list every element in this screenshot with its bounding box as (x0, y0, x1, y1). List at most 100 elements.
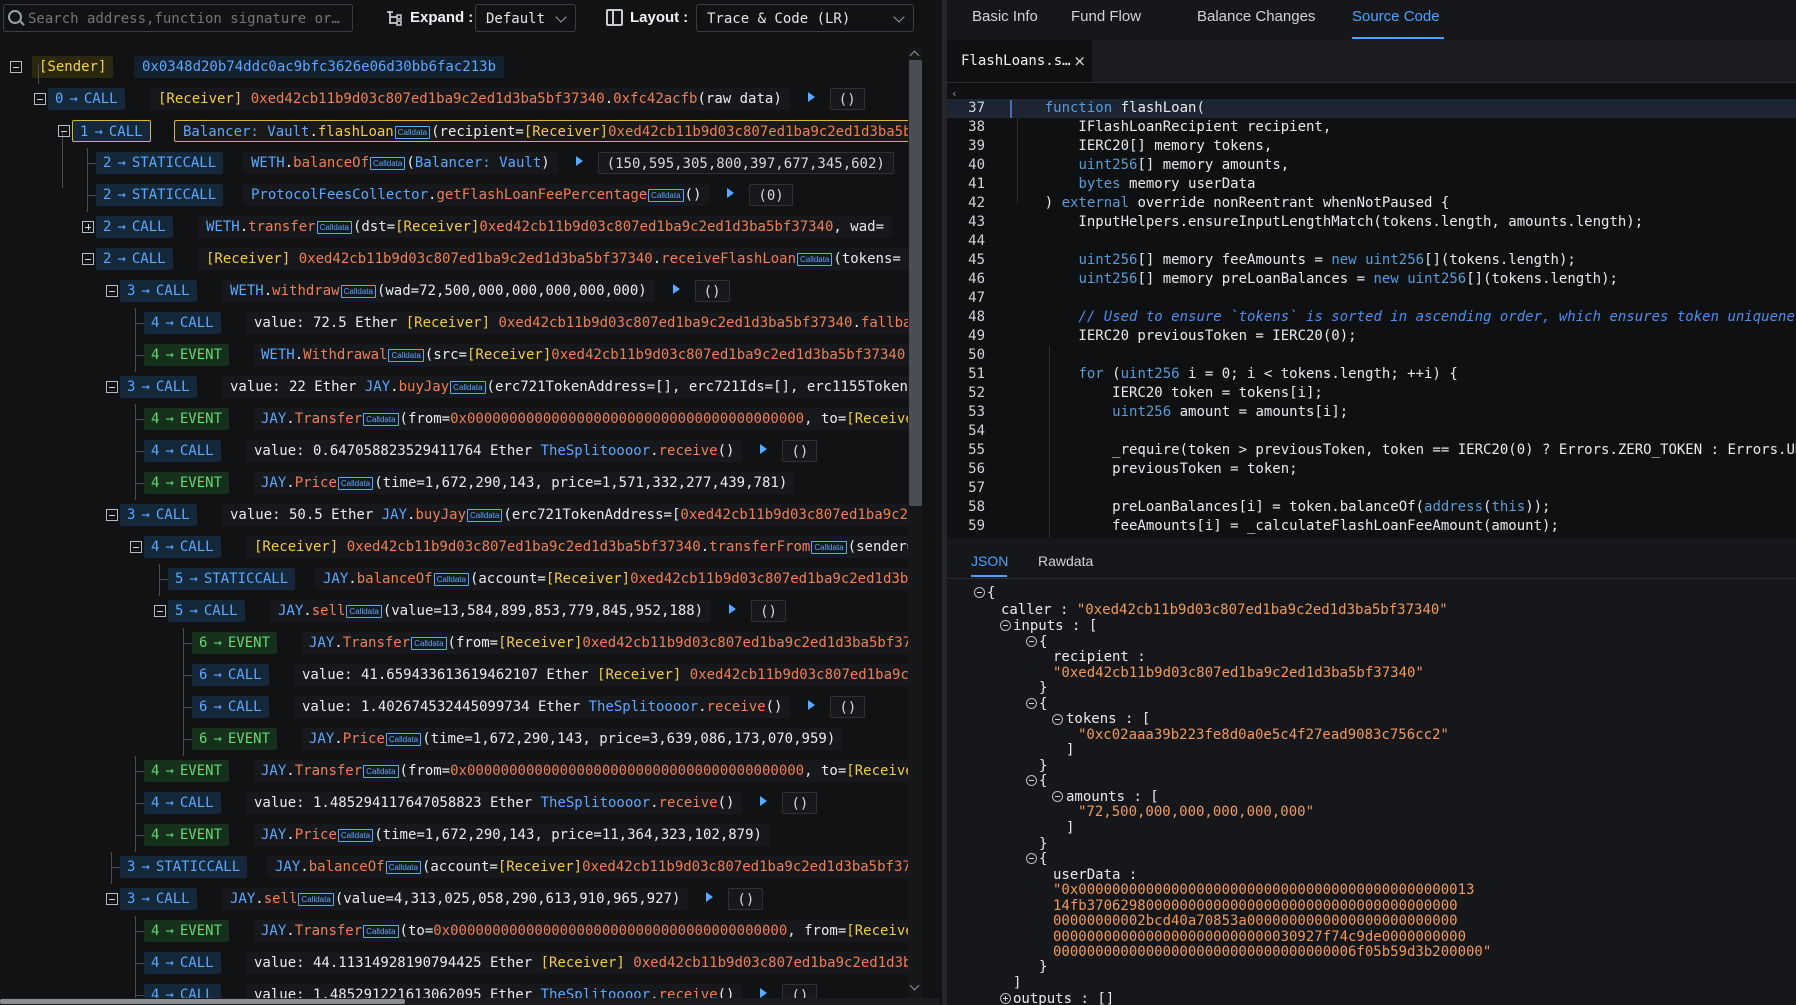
collapse-toggle[interactable] (82, 253, 94, 265)
collapse-toggle[interactable] (1026, 636, 1037, 647)
calldata-tag[interactable]: Calldata (811, 540, 847, 554)
call-signature[interactable]: JAY.sell Calldata (value=13,584,899,853,77… (270, 600, 712, 622)
calldata-tag[interactable]: Calldata (385, 732, 422, 746)
collapse-toggle[interactable] (106, 285, 118, 297)
scroll-down-icon[interactable] (909, 980, 920, 991)
calldata-tag[interactable]: Calldata (316, 220, 352, 234)
file-tab-flashloans[interactable]: FlashLoans.s… × (947, 40, 1092, 82)
return-value[interactable]: () (728, 888, 764, 910)
tab-basic-info[interactable]: Basic Info (972, 8, 1038, 25)
call-signature[interactable]: value: 22 Ether JAY.buyJay Calldata (erc72… (222, 376, 908, 398)
trace-row[interactable]: 3 → CALL value: 50.5 Ether JAY.buyJay Callda… (0, 500, 908, 532)
collapse-toggle[interactable] (10, 61, 22, 73)
call-signature[interactable]: JAY.sell Calldata (value=4,313,025,058,290… (222, 888, 689, 910)
call-signature[interactable]: JAY.Price Calldata (time=1,672,290,143, pr… (253, 824, 770, 846)
calldata-tag[interactable]: Calldata (433, 572, 469, 586)
trace-row[interactable]: 4 → EVENT JAY.Price Calldata (time=1,672,290,… (0, 820, 908, 852)
json-tokens-value[interactable]: "0xc02aaa39b223fe8d0a0e5c4f27ead9083c756… (1078, 727, 1449, 743)
code-line[interactable]: 59 feeAmounts[i] = _calculateFlashLoanFe… (947, 517, 1796, 536)
call-signature[interactable]: value: 72.5 Ether [Receiver] 0xed42cb11b… (246, 312, 908, 334)
code-line[interactable]: 50 (947, 346, 1796, 365)
call-signature[interactable]: [Receiver] 0xed42cb11b9d03c807ed1ba9c2ed… (198, 248, 908, 270)
return-value[interactable]: () (830, 696, 866, 718)
code-line[interactable]: 49 IERC20 previousToken = IERC20(0); (947, 327, 1796, 346)
trace-vertical-scrollbar[interactable] (908, 48, 922, 998)
return-value[interactable]: () (751, 600, 786, 622)
json-userdata-line[interactable]: "0x0000000000000000000000000000000000000… (1053, 882, 1474, 898)
call-signature[interactable]: value: 1.485294117647058823 Ether TheSpl… (246, 792, 743, 814)
trace-row[interactable]: 3 → CALL value: 22 Ether JAY.buyJay Calldata… (0, 372, 908, 404)
trace-row[interactable]: 4 → EVENT JAY.Transfer Calldata (from=0x00000… (0, 404, 908, 436)
json-userdata-line[interactable]: 000000000000000000000000000000000006f05b… (1053, 944, 1491, 960)
code-line[interactable]: 55 _require(token > previousToken, token… (947, 441, 1796, 460)
call-signature[interactable]: WETH.Withdrawal Calldata (src=[Receiver]0x… (253, 344, 908, 366)
call-signature[interactable]: JAY.balanceOf Calldata (account=[Receiver]… (315, 568, 908, 590)
calldata-tag[interactable]: Calldata (450, 380, 486, 394)
source-code-editor[interactable]: ‹ 37 function flashLoan(38 IFlashLoanRec… (947, 83, 1796, 538)
code-line[interactable]: 37 function flashLoan( (947, 99, 1796, 118)
trace-row[interactable]: 2 → STATICCALL ProtocolFeesCollector.getFla… (0, 180, 908, 212)
trace-row[interactable]: 6 → CALL value: 1.402674532445099734 Ether … (0, 692, 908, 724)
code-line[interactable]: 45 uint256[] memory feeAmounts = new uin… (947, 251, 1796, 270)
code-line[interactable]: 41 bytes memory userData (947, 175, 1796, 194)
trace-row[interactable]: 5 → CALL JAY.sell Calldata (value=13,584,899,… (0, 596, 908, 628)
expand-toggle[interactable] (1000, 993, 1011, 1004)
calldata-tag[interactable]: Calldata (363, 924, 399, 938)
code-line[interactable]: 52 IERC20 token = tokens[i]; (947, 384, 1796, 403)
call-signature[interactable]: value: 0.647058823529411764 Ether TheSpl… (246, 440, 743, 462)
calldata-tag[interactable]: Calldata (797, 252, 833, 266)
trace-row[interactable]: 4 → CALL value: 1.485291221613062095 Ether … (0, 980, 908, 998)
json-userdata-line[interactable]: 00000000002bcd40a70853a00000000000000000… (1053, 913, 1458, 929)
calldata-tag[interactable]: Calldata (340, 284, 376, 298)
json-userdata-line[interactable]: 00000000000000000000000000030927f74c9de0… (1053, 929, 1466, 945)
collapse-toggle[interactable] (154, 605, 166, 617)
collapse-toggle[interactable] (1026, 698, 1037, 709)
code-line[interactable]: 56 previousToken = token; (947, 460, 1796, 479)
code-line[interactable]: 39 IERC20[] memory tokens, (947, 137, 1796, 156)
calldata-tag[interactable]: Calldata (370, 156, 406, 170)
trace-row[interactable]: 4 → CALL value: 1.485294117647058823 Ether … (0, 788, 908, 820)
trace-row[interactable]: 6 → CALL value: 41.659433613619462107 Ether… (0, 660, 908, 692)
return-value[interactable]: () (782, 984, 818, 998)
trace-row[interactable]: 4 → EVENT JAY.Price Calldata (time=1,672,290,… (0, 468, 908, 500)
json-value[interactable]: "0xed42cb11b9d03c807ed1ba9c2ed1d3ba5bf37… (1077, 602, 1448, 618)
calldata-tag[interactable]: Calldata (411, 636, 447, 650)
code-line[interactable]: 54 (947, 422, 1796, 441)
tab-source-code[interactable]: Source Code (1352, 8, 1440, 25)
call-signature[interactable]: JAY.Transfer Calldata (to=0x00000000000000… (253, 920, 908, 942)
trace-row-sender[interactable]: [Sender] 0x0348d20b74ddc0ac9bfc3626e06d3… (0, 52, 908, 84)
trace-row[interactable]: 4 → CALL value: 72.5 Ether [Receiver] 0xed4… (0, 308, 908, 340)
call-signature[interactable]: WETH.balanceOf Calldata (Balancer: Vault) (243, 152, 558, 174)
calldata-tag[interactable]: Calldata (394, 125, 431, 139)
calldata-tag[interactable]: Calldata (337, 476, 374, 490)
trace-row[interactable]: 3 → CALL WETH.withdraw Calldata (wad=72,500,0… (0, 276, 908, 308)
tab-json[interactable]: JSON (971, 553, 1008, 569)
collapse-toggle[interactable] (130, 541, 142, 553)
call-signature[interactable]: JAY.balanceOf Calldata (account=[Receiver]… (267, 856, 908, 878)
collapse-toggle[interactable] (58, 125, 70, 137)
trace-row[interactable]: 2 → STATICCALL WETH.balanceOf Calldata (Balan… (0, 148, 908, 180)
tab-balance-changes[interactable]: Balance Changes (1197, 8, 1315, 25)
scrollbar-thumb[interactable] (909, 60, 922, 506)
code-line[interactable]: 51 for (uint256 i = 0; i < tokens.length… (947, 365, 1796, 384)
calldata-tag[interactable]: Calldata (467, 508, 503, 522)
calldata-tag[interactable]: Calldata (388, 348, 424, 362)
sender-address[interactable]: 0x0348d20b74ddc0ac9bfc3626e06d30bb6fac21… (134, 56, 505, 78)
scroll-up-icon[interactable] (909, 50, 920, 61)
code-line[interactable]: 53 uint256 amount = amounts[i]; (947, 403, 1796, 422)
collapse-toggle[interactable] (106, 381, 118, 393)
calldata-tag[interactable]: Calldata (298, 892, 334, 906)
code-line[interactable]: 42 ) external override nonReentrant when… (947, 194, 1796, 213)
trace-row[interactable]: 2 → CALL [Receiver] 0xed42cb11b9d03c807ed1b… (0, 244, 908, 276)
trace-row[interactable]: 6 → EVENT JAY.Price Calldata (time=1,672,290,… (0, 724, 908, 756)
code-line[interactable]: 44 (947, 232, 1796, 251)
trace-row[interactable]: 2 → CALL WETH.transfer Calldata (dst=[Receive… (0, 212, 908, 244)
trace-row[interactable]: 6 → EVENT JAY.Transfer Calldata (from=[Receiv… (0, 628, 908, 660)
code-line[interactable]: 47 (947, 289, 1796, 308)
code-line[interactable]: 57 (947, 479, 1796, 498)
collapse-toggle[interactable] (106, 509, 118, 521)
collapse-toggle[interactable] (1026, 775, 1037, 786)
calldata-tag[interactable]: Calldata (337, 828, 374, 842)
calldata-tag[interactable]: Calldata (648, 188, 684, 202)
call-signature[interactable]: value: 1.402674532445099734 Ether TheSpl… (294, 696, 791, 718)
